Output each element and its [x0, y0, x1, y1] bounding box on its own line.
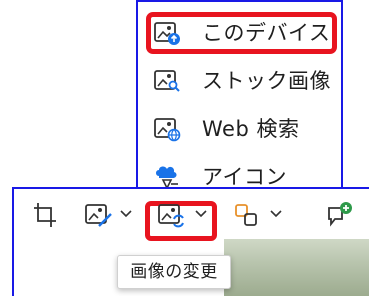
- background-photo: [224, 239, 369, 296]
- alt-picture-button[interactable]: [84, 201, 136, 231]
- menu-item-web-search[interactable]: Web 検索: [146, 108, 337, 150]
- change-picture-button[interactable]: [157, 201, 211, 231]
- image-upload-icon: [153, 20, 181, 46]
- image-web-icon: [153, 116, 181, 142]
- image-search-icon: [153, 68, 181, 94]
- menu-item-label: このデバイス: [202, 21, 331, 45]
- menu-item-this-device[interactable]: このデバイス: [146, 12, 337, 54]
- menu-item-stock-images[interactable]: ストック画像: [146, 60, 337, 102]
- menu-item-label: Web 検索: [202, 117, 300, 141]
- chevron-down-icon: [120, 210, 132, 218]
- change-picture-menu: このデバイス ストック画像 Web 検索 アイコン: [136, 0, 343, 197]
- crop-icon: [32, 201, 58, 229]
- chevron-down-icon: [270, 210, 282, 218]
- group-button[interactable]: [234, 201, 286, 231]
- chevron-down-icon: [195, 210, 207, 218]
- crop-button[interactable]: [32, 201, 58, 231]
- menu-item-label: ストック画像: [202, 69, 331, 93]
- new-comment-button[interactable]: [326, 201, 354, 231]
- picture-toolbar: 画像の変更: [12, 187, 369, 296]
- new-comment-icon: [326, 201, 354, 229]
- change-picture-tooltip: 画像の変更: [117, 255, 231, 289]
